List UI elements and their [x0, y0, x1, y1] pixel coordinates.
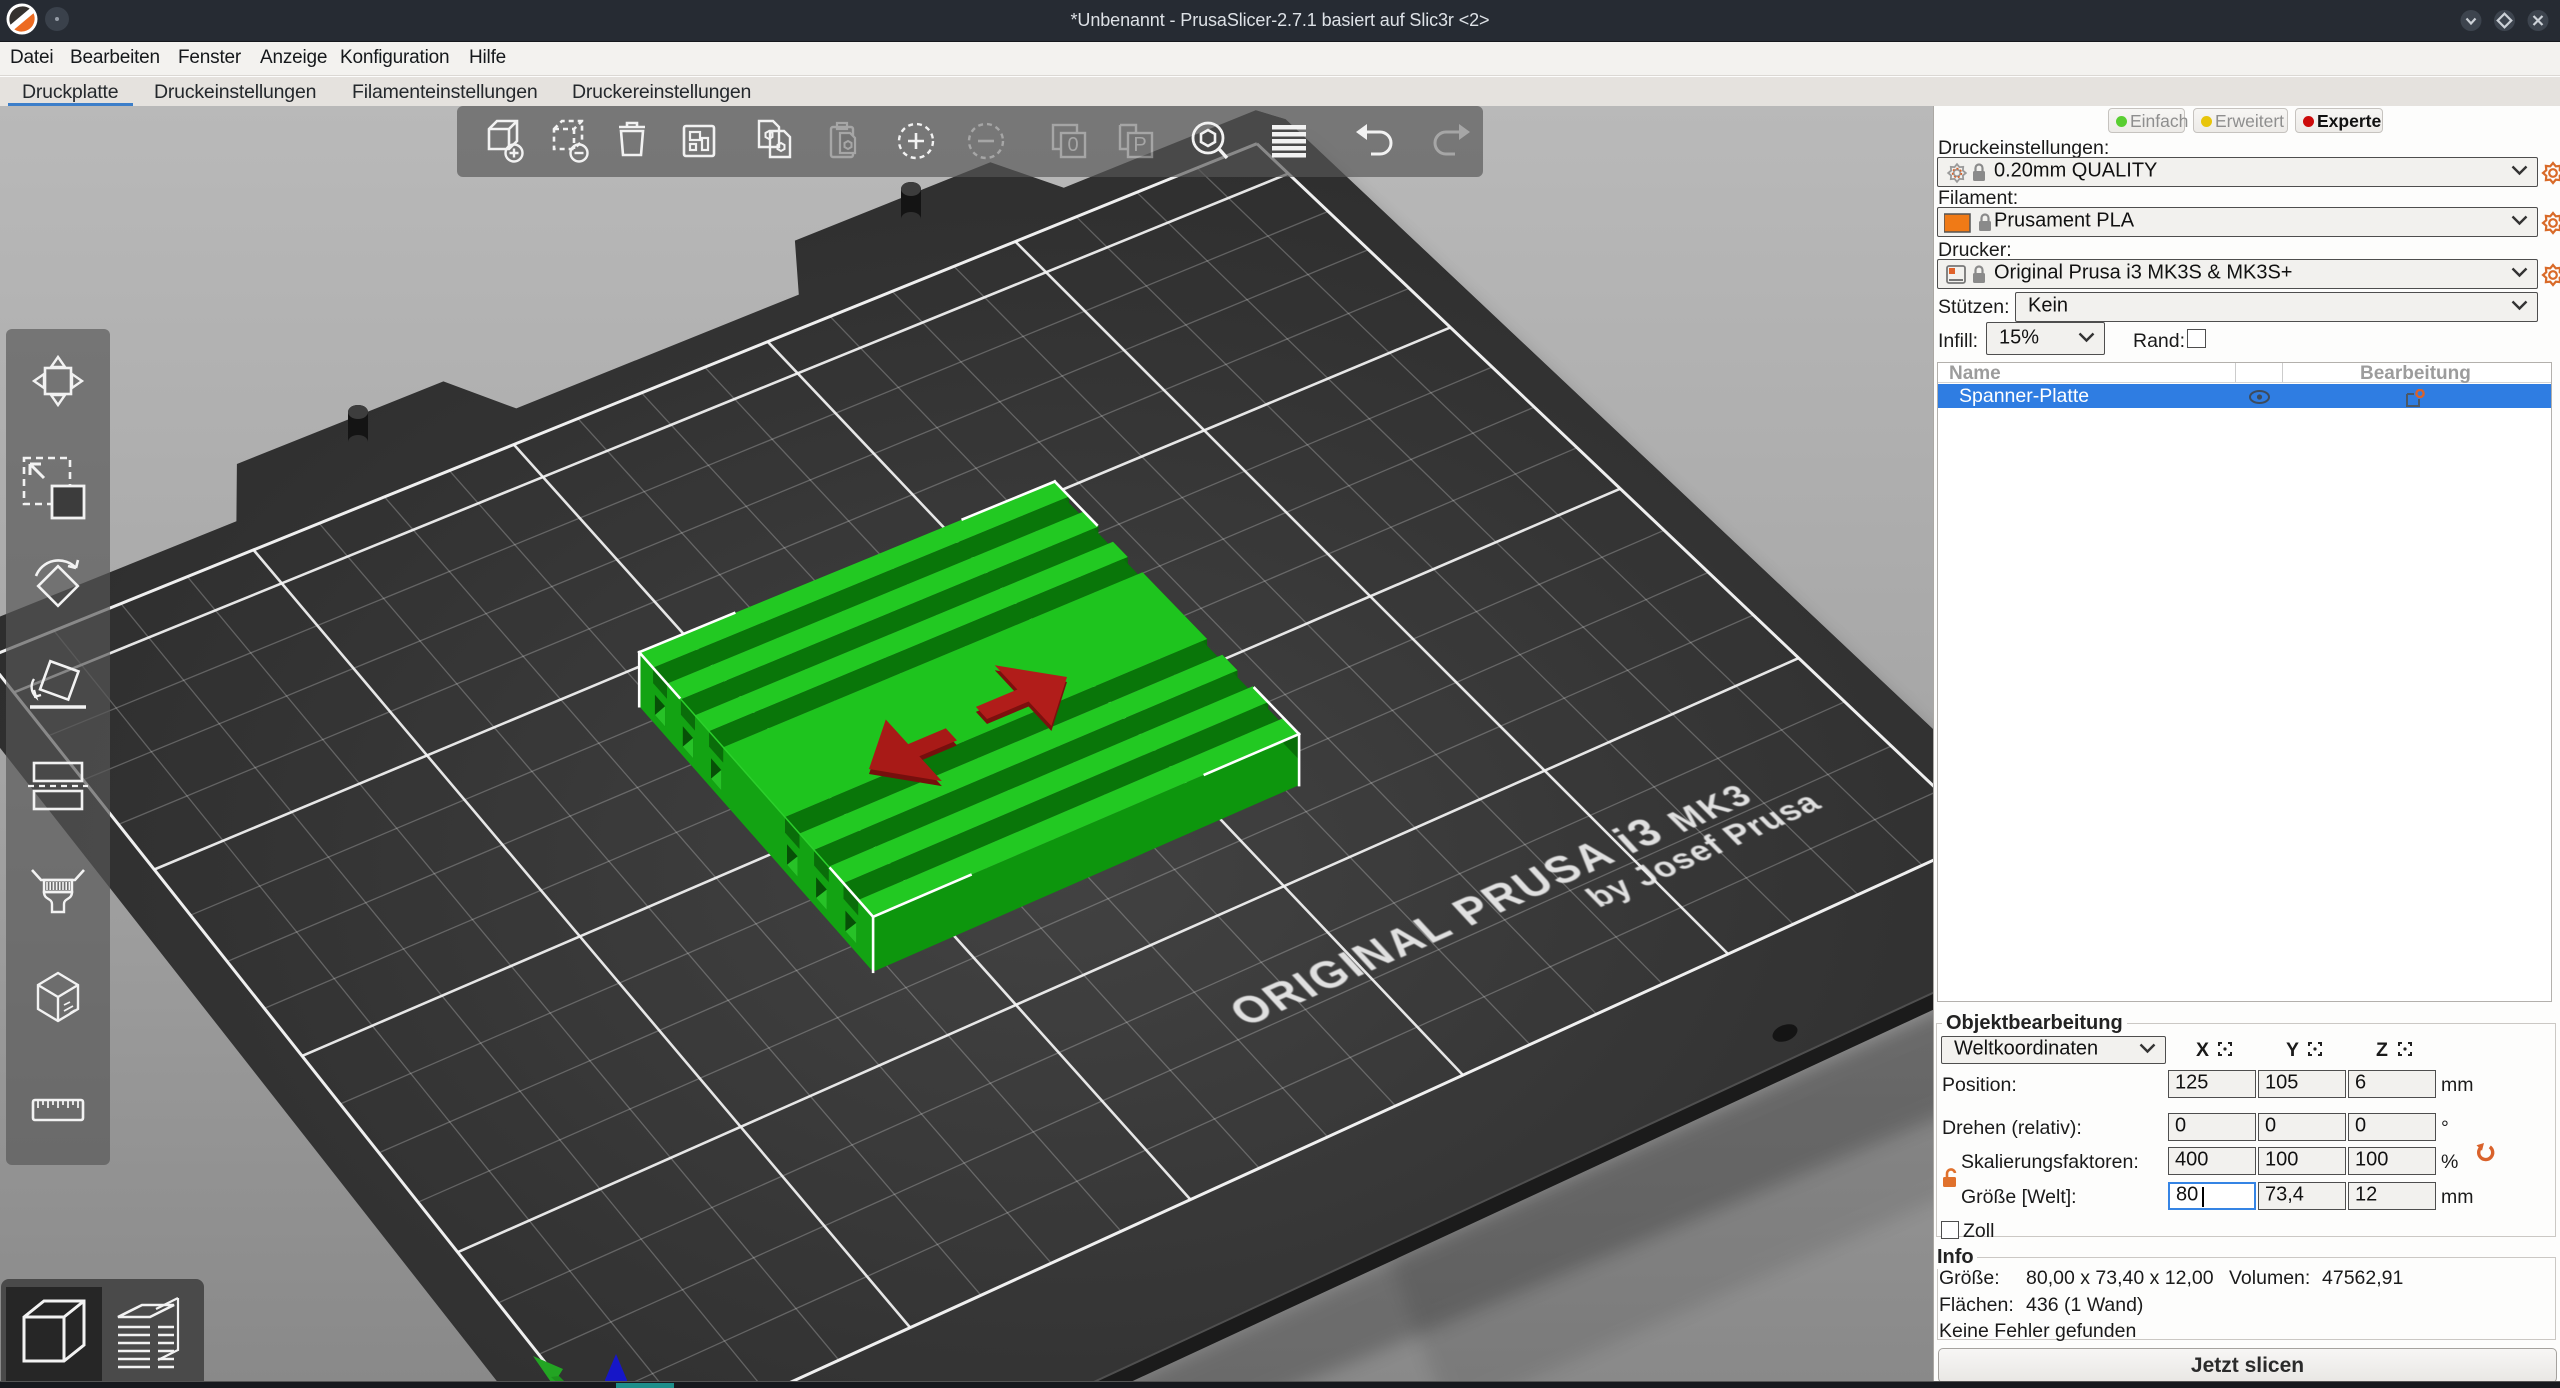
svg-text:0: 0: [1067, 134, 1078, 156]
svg-text:P: P: [1133, 134, 1146, 156]
